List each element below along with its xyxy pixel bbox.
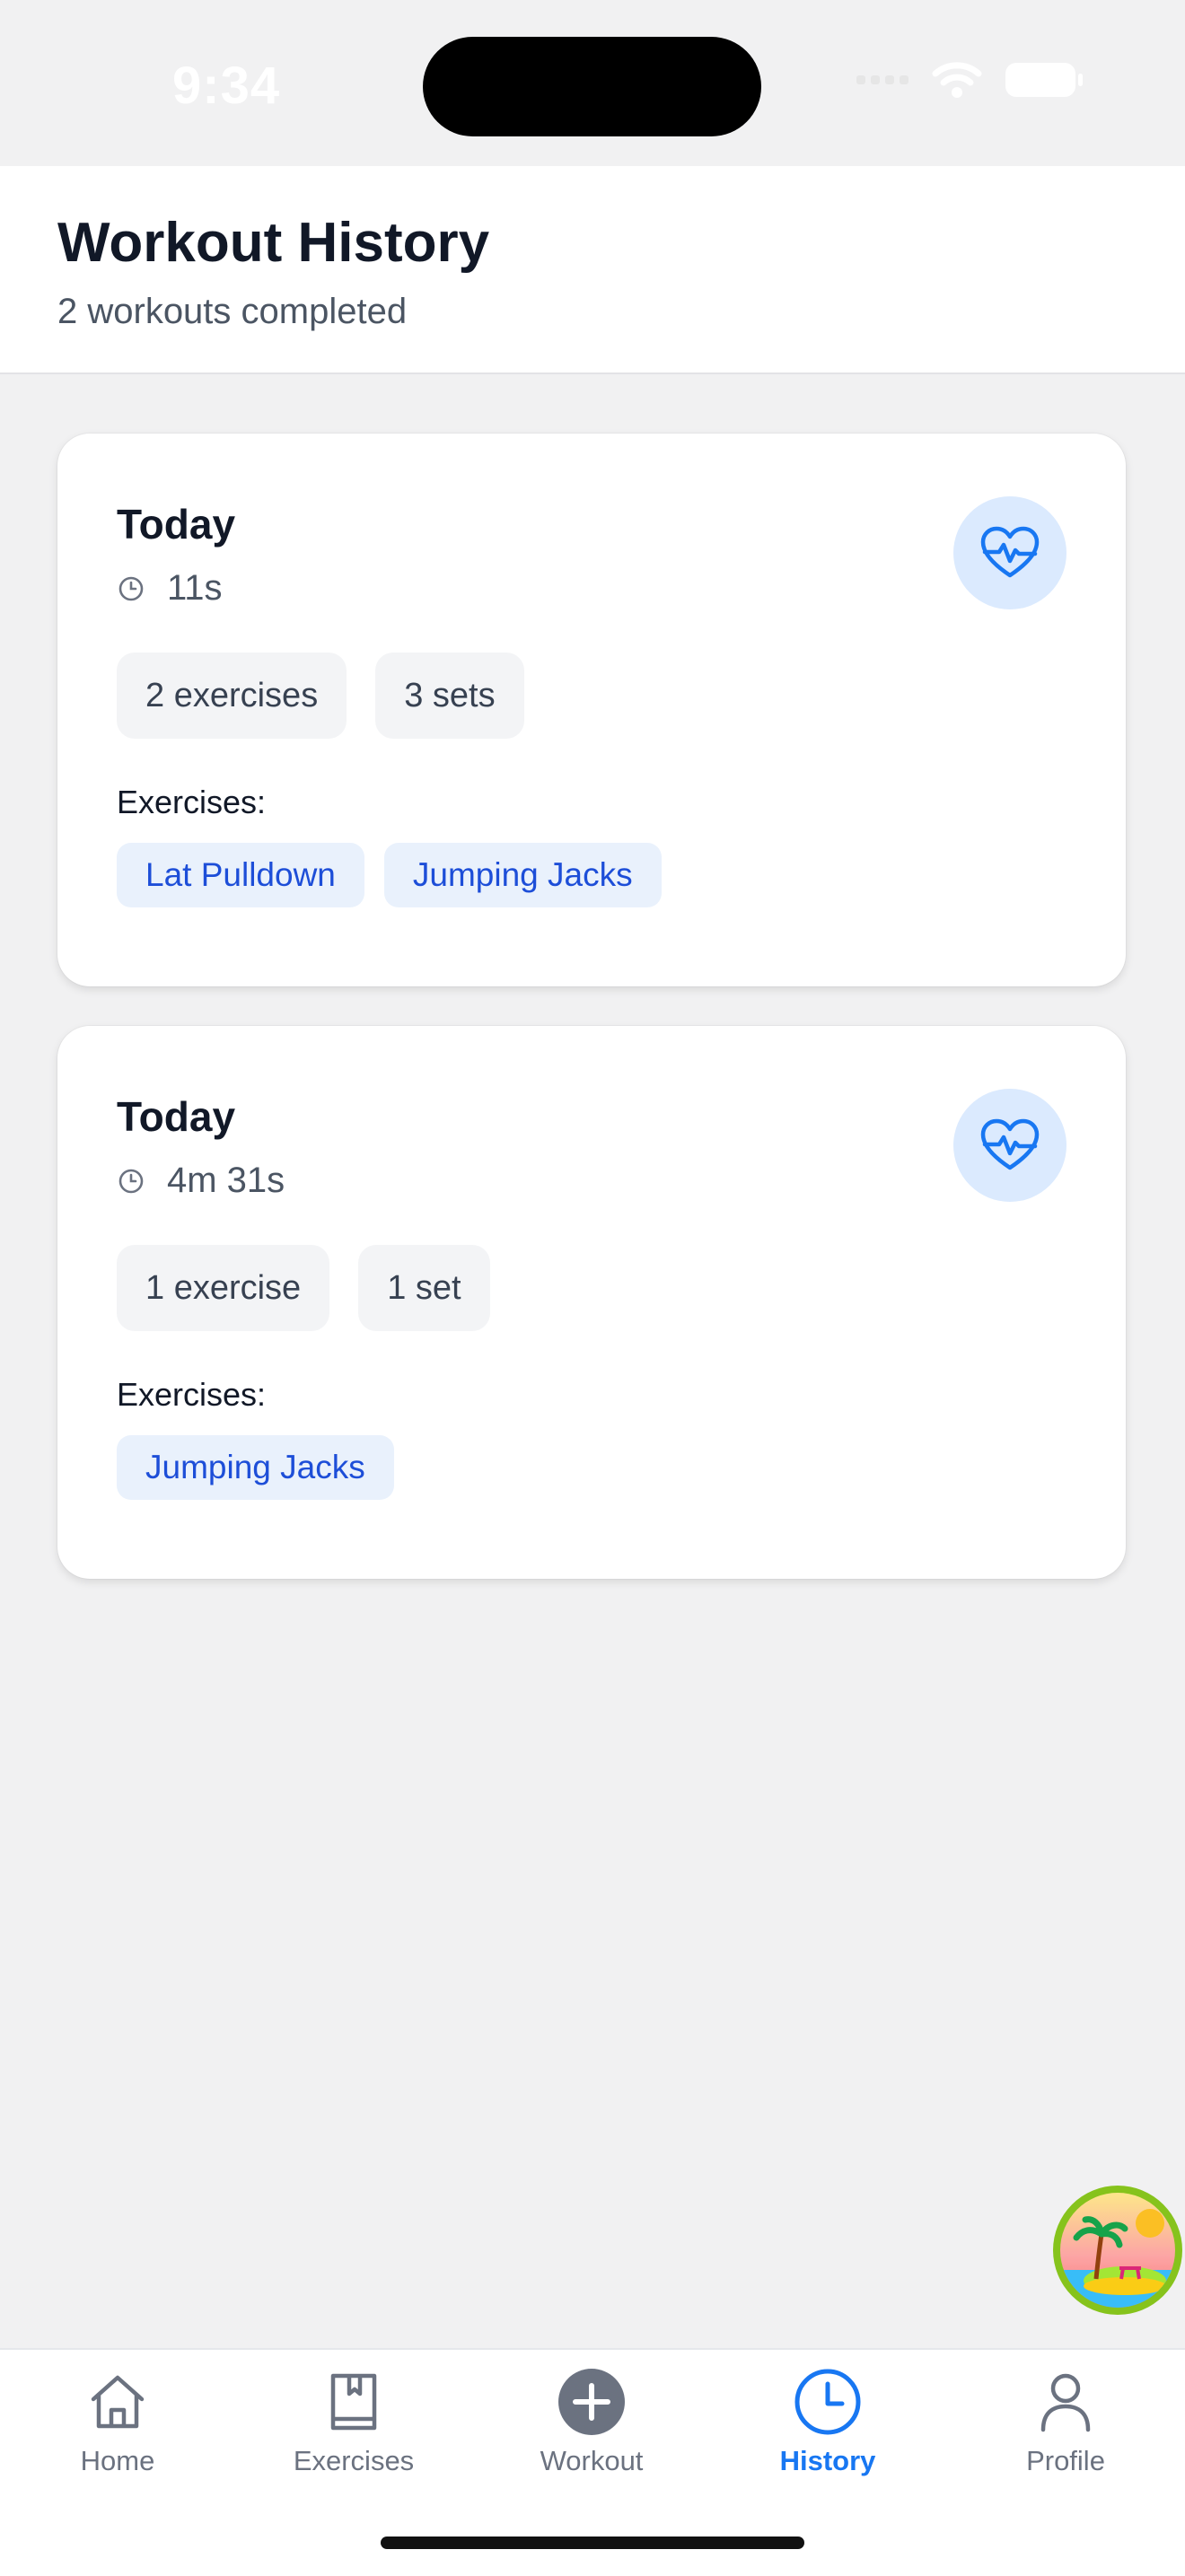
set-count-chip: 1 set bbox=[358, 1245, 490, 1331]
beach-avatar-button[interactable] bbox=[1053, 2186, 1182, 2315]
exercise-tags: Jumping Jacks bbox=[117, 1435, 394, 1500]
exercises-label: Exercises: bbox=[117, 1376, 267, 1413]
heart-pulse-icon bbox=[953, 496, 1066, 609]
tab-profile[interactable]: Profile bbox=[967, 2368, 1164, 2477]
duration-text: 11s bbox=[167, 568, 223, 608]
exercises-label: Exercises: bbox=[117, 784, 267, 820]
heart-pulse-icon bbox=[953, 1089, 1066, 1202]
tab-workout-label: Workout bbox=[540, 2445, 644, 2476]
exercise-tag: Lat Pulldown bbox=[117, 843, 364, 907]
home-indicator bbox=[381, 2537, 804, 2549]
tab-home[interactable]: Home bbox=[19, 2368, 216, 2477]
tab-exercises[interactable]: Exercises bbox=[255, 2368, 452, 2477]
status-bar: 9:34 bbox=[0, 0, 1185, 166]
duration-text: 4m 31s bbox=[167, 1161, 285, 1200]
workout-card[interactable]: Today 4m 31s 1 exercise 1 set Exercises:… bbox=[57, 1026, 1126, 1579]
home-icon bbox=[83, 2368, 152, 2436]
set-count-chip: 3 sets bbox=[375, 653, 524, 739]
person-icon bbox=[1031, 2368, 1100, 2436]
exercise-tags: Lat Pulldown Jumping Jacks bbox=[117, 843, 662, 907]
page-title: Workout History bbox=[57, 212, 490, 274]
workout-card[interactable]: Today 11s 2 exercises 3 sets Exercises: … bbox=[57, 434, 1126, 986]
exercise-tag: Jumping Jacks bbox=[117, 1435, 394, 1500]
beach-avatar-icon bbox=[1060, 2193, 1175, 2308]
tab-workout[interactable]: Workout bbox=[493, 2368, 690, 2477]
page-subtitle: 2 workouts completed bbox=[57, 292, 408, 331]
battery-icon bbox=[1005, 63, 1083, 97]
workout-duration: 11s bbox=[117, 568, 223, 609]
dynamic-island bbox=[423, 37, 761, 136]
clock-icon bbox=[118, 1169, 144, 1193]
tab-history-label: History bbox=[779, 2445, 876, 2476]
book-icon bbox=[320, 2368, 388, 2436]
signal-icon bbox=[856, 75, 908, 84]
tab-home-label: Home bbox=[80, 2445, 155, 2476]
tab-exercises-label: Exercises bbox=[293, 2445, 415, 2476]
workout-stats: 2 exercises 3 sets bbox=[117, 653, 524, 739]
exercise-count-chip: 2 exercises bbox=[117, 653, 347, 739]
page-header: Workout History 2 workouts completed bbox=[0, 166, 1185, 374]
clock-icon bbox=[794, 2368, 862, 2436]
exercise-count-chip: 1 exercise bbox=[117, 1245, 330, 1331]
clock-icon bbox=[118, 576, 144, 600]
exercise-tag: Jumping Jacks bbox=[383, 843, 662, 907]
status-time: 9:34 bbox=[172, 57, 281, 115]
tab-history[interactable]: History bbox=[729, 2368, 926, 2477]
workout-date: Today bbox=[117, 1093, 236, 1140]
plus-circle-icon bbox=[557, 2368, 626, 2436]
tab-profile-label: Profile bbox=[1026, 2445, 1105, 2476]
wifi-icon bbox=[932, 61, 982, 99]
workout-stats: 1 exercise 1 set bbox=[117, 1245, 490, 1331]
status-indicators bbox=[856, 61, 1083, 99]
workout-date: Today bbox=[117, 501, 236, 548]
workout-duration: 4m 31s bbox=[117, 1161, 285, 1201]
